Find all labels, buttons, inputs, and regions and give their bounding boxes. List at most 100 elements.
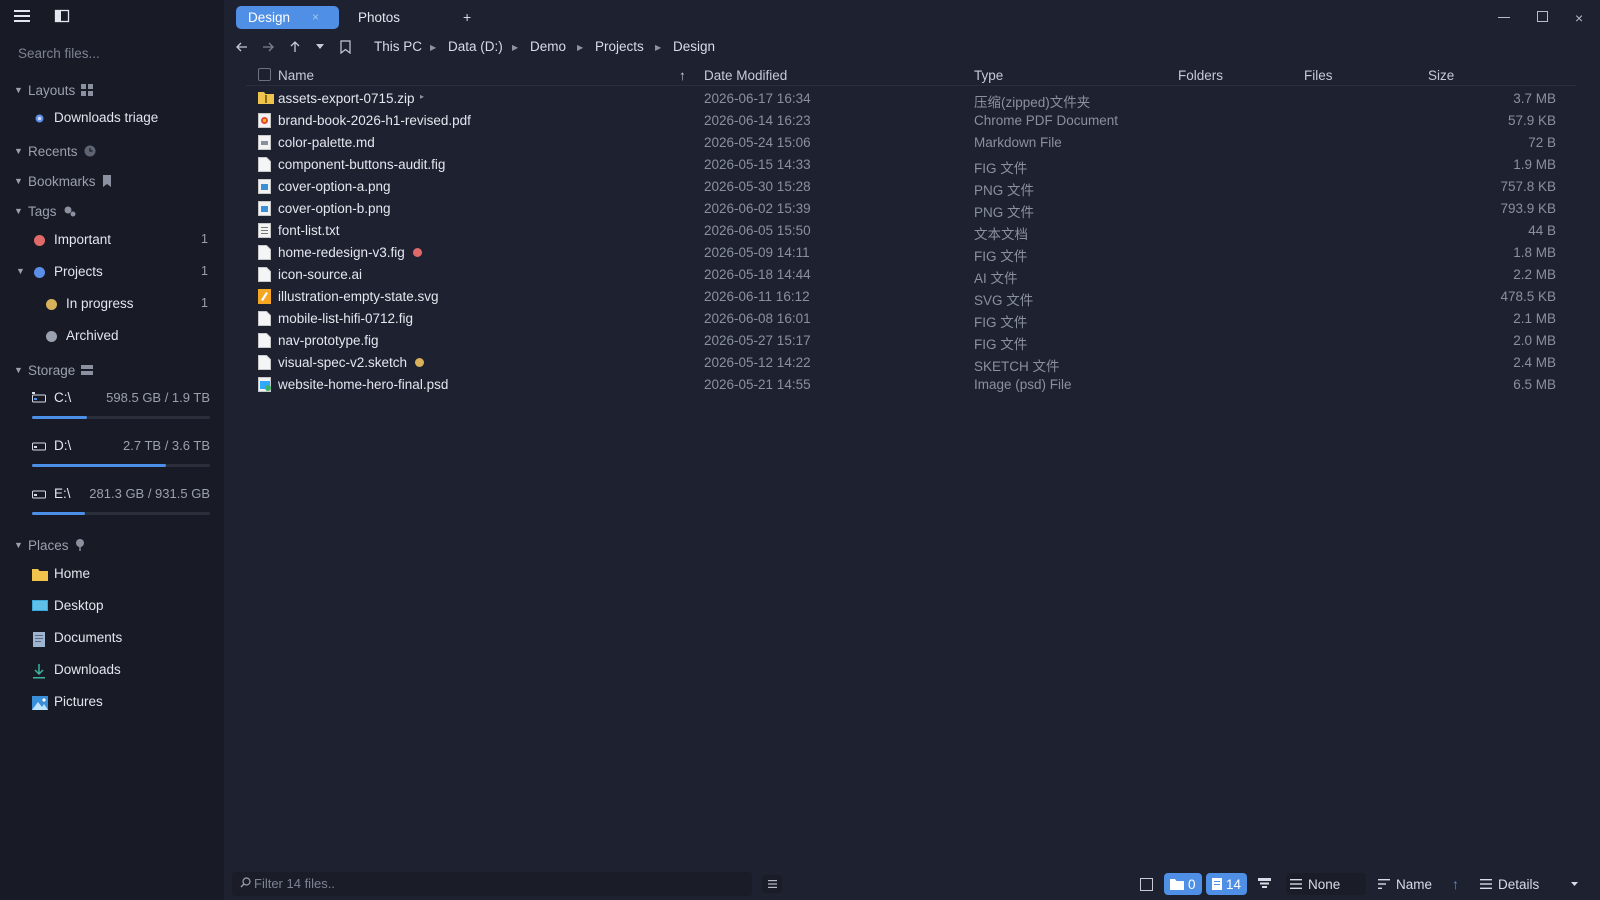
file-row[interactable]: color-palette.md 2026-05-24 15:06 Markdown… [224, 132, 1600, 154]
column-header-folders[interactable]: Folders [1178, 68, 1223, 83]
section-bookmarks[interactable]: ▼ Bookmarks [14, 171, 112, 191]
file-name: cover-option-a.png [278, 179, 391, 194]
filter-input[interactable]: Filter 14 files.. [232, 872, 752, 896]
drive-size: 2.7 TB / 3.6 TB [123, 438, 210, 453]
close-window-button[interactable]: × [1575, 10, 1583, 26]
file-size: 2.0 MB [1513, 333, 1556, 348]
file-size: 3.7 MB [1513, 91, 1556, 106]
place-documents[interactable]: Documents [0, 627, 224, 651]
file-row[interactable]: home-redesign-v3.fig 2026-05-09 14:11 FIG … [224, 242, 1600, 264]
file-row[interactable]: component-buttons-audit.fig 2026-05-15 14… [224, 154, 1600, 176]
sidebar-search-input[interactable]: Search files... [18, 46, 208, 66]
column-header-date[interactable]: Date Modified [704, 68, 787, 83]
filter-options-button[interactable] [762, 875, 782, 893]
view-mode-dropdown[interactable]: Details [1480, 873, 1586, 895]
column-header-size[interactable]: Size [1428, 68, 1454, 83]
drive-c[interactable]: C:\ 598.5 GB / 1.9 TB [0, 388, 224, 428]
group-by-dropdown[interactable]: None [1286, 873, 1366, 895]
tag-item-projects[interactable]: ▼ Projects 1 [0, 260, 224, 284]
section-recents[interactable]: ▼ Recents [14, 141, 96, 161]
file-date: 2026-05-18 14:44 [704, 267, 811, 282]
file-count-badge[interactable]: 14 [1206, 873, 1248, 895]
breadcrumb-this-pc[interactable]: This PC [374, 39, 422, 54]
tag-item-in-progress[interactable]: In progress 1 [0, 292, 224, 316]
file-row[interactable]: assets-export-0715.zip ▸ 2026-06-17 16:34 压… [224, 88, 1600, 110]
drive-usage-fill [32, 512, 86, 515]
file-name: icon-source.ai [278, 267, 363, 282]
desktop-icon [32, 600, 48, 613]
tag-label: Projects [54, 264, 103, 279]
maximize-icon[interactable] [1537, 11, 1549, 23]
collapse-icon[interactable]: ▼ [16, 266, 25, 276]
file-size: 2.4 MB [1513, 355, 1556, 370]
place-label: Desktop [54, 598, 104, 613]
column-header-files[interactable]: Files [1304, 68, 1333, 83]
place-desktop[interactable]: Desktop [0, 595, 224, 619]
sort-direction-toggle[interactable]: ↑ [1452, 873, 1459, 895]
place-pictures[interactable]: Pictures [0, 691, 224, 715]
file-row[interactable]: font-list.txt 2026-06-05 15:50 文本文档 44 B [224, 220, 1600, 242]
file-row[interactable]: cover-option-a.png 2026-05-30 15:28 PNG 文件… [224, 176, 1600, 198]
sort-ascending-icon[interactable]: ↑ [679, 68, 686, 83]
layout-item-downloads-triage[interactable]: Downloads triage [0, 106, 224, 130]
select-all-checkbox[interactable] [258, 68, 271, 81]
column-header-name[interactable]: Name [278, 68, 314, 83]
place-downloads[interactable]: Downloads [0, 659, 224, 683]
place-home[interactable]: Home [0, 563, 224, 587]
file-date: 2026-05-21 14:55 [704, 377, 811, 392]
file-row[interactable]: nav-prototype.fig 2026-05-27 15:17 FIG 文件 2… [224, 330, 1600, 352]
tag-label: Important [54, 232, 112, 247]
hamburger-menu-icon[interactable] [13, 8, 31, 24]
tab-close-icon[interactable]: × [312, 10, 319, 24]
section-storage[interactable]: ▼ Storage [14, 360, 94, 380]
up-arrow-icon[interactable] [289, 41, 301, 53]
sort-by-dropdown[interactable]: Name [1378, 873, 1432, 895]
drive-e[interactable]: E:\ 281.3 GB / 931.5 GB [0, 484, 224, 524]
section-places[interactable]: ▼ Places [14, 535, 85, 555]
tab-design[interactable]: Design × [236, 6, 339, 29]
section-layouts[interactable]: ▼ Layouts [14, 80, 94, 100]
breadcrumb-design[interactable]: Design [673, 39, 715, 54]
tag-color-dot [46, 299, 57, 310]
section-layouts-label: Layouts [28, 82, 76, 98]
file-row[interactable]: visual-spec-v2.sketch 2026-05-12 14:22 SKE… [224, 352, 1600, 374]
tag-item-important[interactable]: Important 1 [0, 228, 224, 252]
drive-name: C:\ [54, 390, 72, 405]
file-row[interactable]: illustration-empty-state.svg 2026-06-11 1… [224, 286, 1600, 308]
toggle-panel-icon[interactable] [54, 8, 70, 24]
tag-item-archived[interactable]: Archived [0, 324, 224, 348]
breadcrumb-demo[interactable]: Demo [530, 39, 566, 54]
file-row[interactable]: brand-book-2026-h1-revised.pdf 2026-06-14… [224, 110, 1600, 132]
file-date: 2026-05-15 14:33 [704, 157, 811, 172]
file-date: 2026-05-30 15:28 [704, 179, 811, 194]
section-tags[interactable]: ▼ Tags [14, 201, 77, 221]
back-arrow-icon[interactable] [236, 41, 248, 53]
file-icon [258, 311, 271, 326]
minimize-icon[interactable] [1498, 9, 1510, 21]
new-tab-button[interactable]: + [463, 9, 471, 25]
filter-funnel-icon[interactable] [1258, 873, 1271, 895]
file-row[interactable]: cover-option-b.png 2026-06-02 15:39 PNG 文件… [224, 198, 1600, 220]
file-row[interactable]: website-home-hero-final.psd 2026-05-21 14… [224, 374, 1600, 396]
file-row[interactable]: icon-source.ai 2026-05-18 14:44 AI 文件 2.2 M… [224, 264, 1600, 286]
file-name: mobile-list-hifi-0712.fig [278, 311, 414, 326]
file-row[interactable]: mobile-list-hifi-0712.fig 2026-06-08 16:0… [224, 308, 1600, 330]
column-header-type[interactable]: Type [974, 68, 1003, 83]
folder-count-badge[interactable]: 0 [1164, 873, 1202, 895]
file-name: brand-book-2026-h1-revised.pdf [278, 113, 471, 128]
tab-photos[interactable]: Photos [346, 6, 446, 29]
select-mode-icon[interactable] [1140, 873, 1158, 895]
section-bookmarks-label: Bookmarks [28, 173, 96, 189]
breadcrumb-projects[interactable]: Projects [595, 39, 644, 54]
navigation-bar: This PC ▶ Data (D:) ▶ Demo ▶ Projects ▶ … [224, 34, 1600, 62]
drive-d[interactable]: D:\ 2.7 TB / 3.6 TB [0, 436, 224, 476]
file-type: FIG 文件 [974, 249, 1028, 264]
image-file-icon [258, 201, 271, 216]
file-name: assets-export-0715.zip [278, 91, 415, 106]
breadcrumb-data-d[interactable]: Data (D:) [448, 39, 503, 54]
expand-arrow-icon[interactable]: ▸ [420, 92, 429, 101]
history-dropdown-icon[interactable] [316, 44, 324, 50]
bookmark-location-icon[interactable] [340, 40, 351, 54]
drive-icon [32, 488, 46, 500]
forward-arrow-icon[interactable] [262, 41, 274, 53]
